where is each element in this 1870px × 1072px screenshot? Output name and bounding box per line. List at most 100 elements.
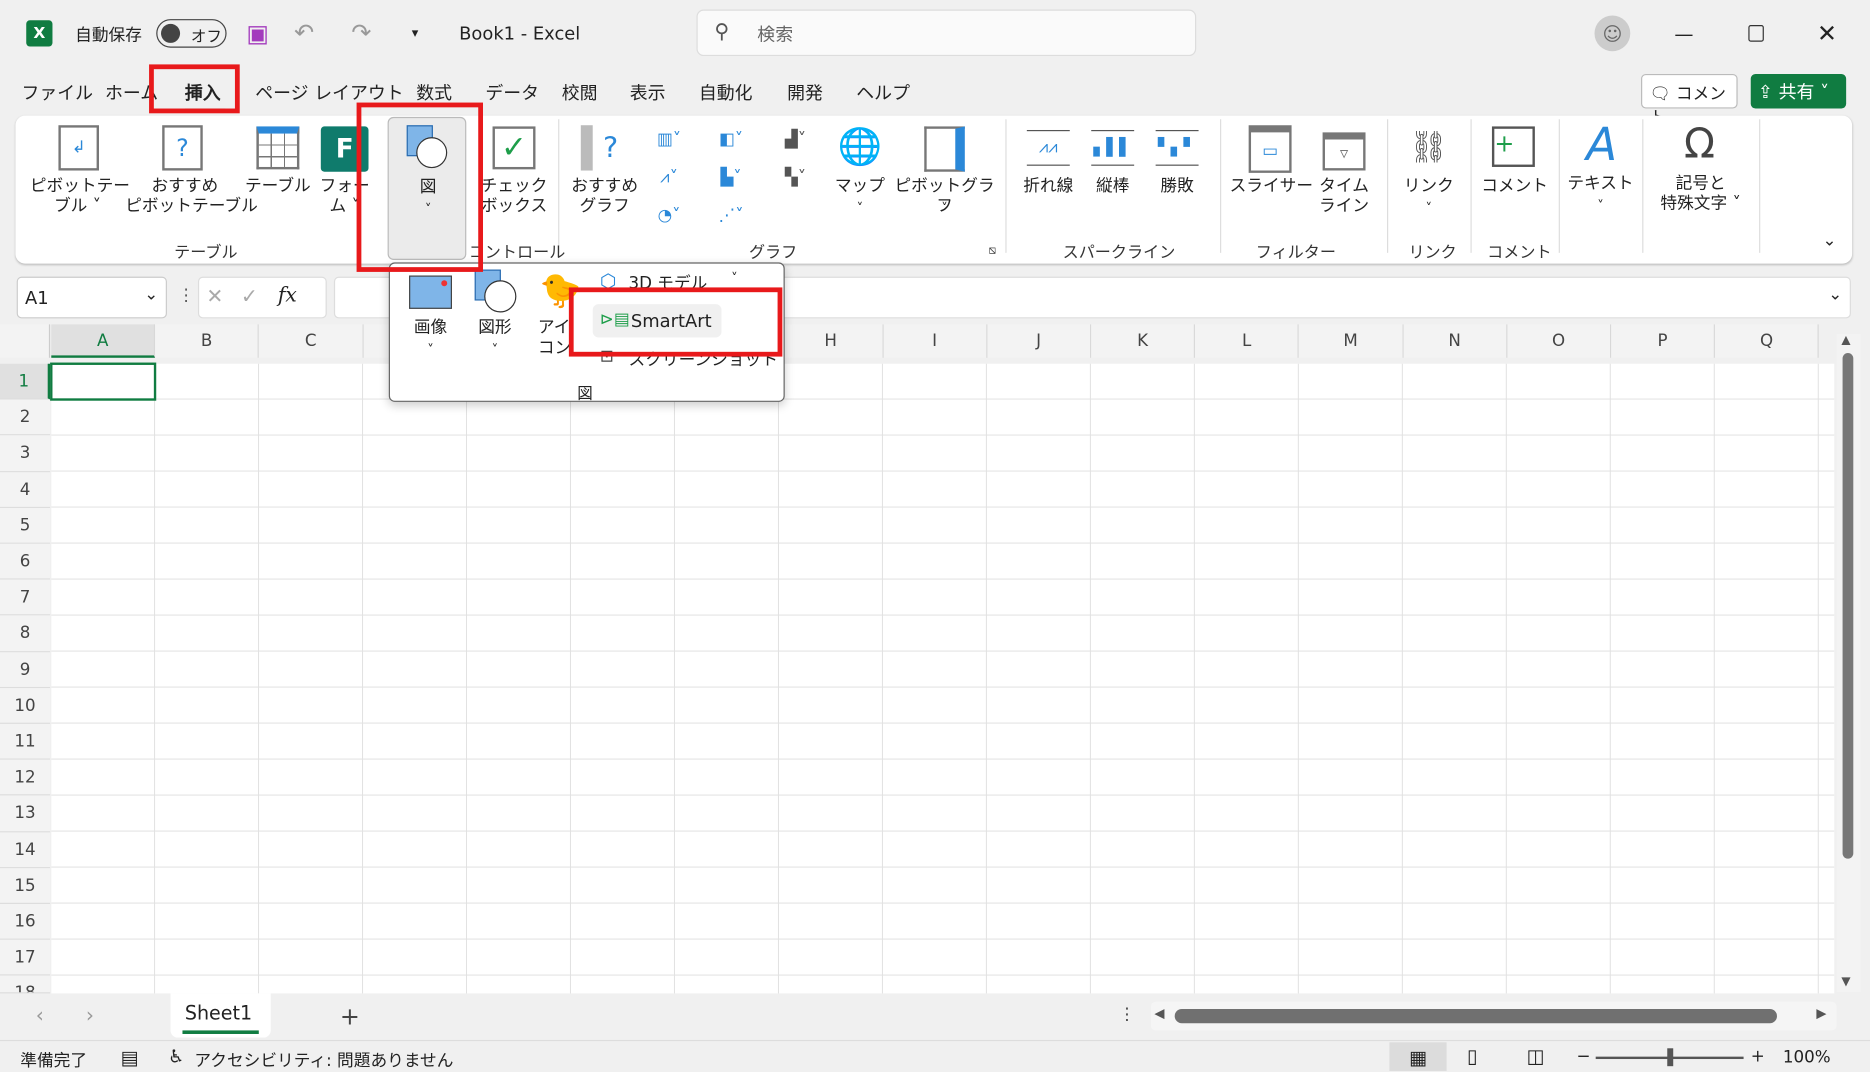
formula-bar-options-icon[interactable]: ⋮ (178, 286, 195, 305)
row-header-9[interactable]: 9 (0, 652, 50, 688)
zoom-out-button[interactable]: − (1577, 1047, 1591, 1066)
column-header-M[interactable]: M (1299, 324, 1403, 357)
close-icon[interactable]: ✕ (1810, 17, 1843, 50)
row-header-13[interactable]: 13 (0, 796, 50, 832)
split-handle-icon[interactable]: ⋮ (1119, 1005, 1136, 1024)
name-box-dropdown-icon[interactable]: ⌄ (144, 285, 158, 304)
row-header-6[interactable]: 6 (0, 544, 50, 580)
row-header-8[interactable]: 8 (0, 616, 50, 652)
column-header-A[interactable]: A (51, 324, 155, 357)
sparkline-winloss-button[interactable]: 勝敗 (1146, 177, 1208, 197)
picture-button[interactable]: 画像 (402, 318, 459, 338)
row-header-17[interactable]: 17 (0, 940, 50, 976)
column-header-H[interactable]: H (779, 324, 883, 357)
select-all-corner[interactable] (0, 324, 50, 357)
normal-view-icon[interactable]: ▦ (1389, 1042, 1446, 1071)
scatter-chart-icon[interactable]: ⋰˅ (710, 202, 753, 231)
waterfall-chart-icon[interactable]: ▟˅ (774, 125, 817, 154)
sheet-tab-sheet1[interactable]: Sheet1 (171, 993, 271, 1037)
search-box[interactable]: ⚲ 検索 (696, 10, 1196, 57)
enter-icon[interactable]: ✓ (241, 285, 258, 309)
link-button[interactable]: リンク (1397, 177, 1461, 197)
column-header-K[interactable]: K (1091, 324, 1195, 357)
column-header-L[interactable]: L (1195, 324, 1299, 357)
column-header-C[interactable]: C (259, 324, 363, 357)
save-icon[interactable]: ▣ (246, 20, 270, 46)
row-header-7[interactable]: 7 (0, 580, 50, 616)
accessibility-status[interactable]: アクセシビリティ: 問題ありません (194, 1048, 453, 1072)
timeline-button[interactable]: タイム ライン (1311, 177, 1378, 218)
new-comment-button[interactable]: コメント (1480, 177, 1549, 197)
page-layout-view-icon[interactable]: ▯ (1467, 1045, 1478, 1068)
minimize-icon[interactable]: — (1667, 17, 1700, 50)
row-header-2[interactable]: 2 (0, 400, 50, 436)
tab-data[interactable]: データ (485, 80, 539, 105)
tab-view[interactable]: 表示 (630, 80, 666, 105)
column-header-Q[interactable]: Q (1715, 324, 1819, 357)
recommended-pivot-button[interactable]: おすすめ ピボットテーブル (125, 177, 244, 218)
macro-record-icon[interactable]: ▤ (120, 1046, 138, 1069)
table-button[interactable]: テーブル (242, 177, 314, 197)
maps-button[interactable]: マップ (826, 177, 893, 197)
collapse-ribbon-icon[interactable]: ⌄ (1819, 230, 1840, 251)
symbols-button[interactable]: 記号と 特殊文字 ˅ (1647, 174, 1754, 215)
expand-formula-bar-icon[interactable]: ⌄ (1828, 285, 1842, 304)
horizontal-scroll-thumb[interactable] (1175, 1009, 1777, 1023)
shapes-button[interactable]: 図形 (466, 318, 523, 338)
row-header-10[interactable]: 10 (0, 688, 50, 724)
row-header-11[interactable]: 11 (0, 724, 50, 760)
redo-icon[interactable]: ↷ (343, 18, 379, 47)
vertical-scrollbar[interactable]: ▲ ▼ (1837, 334, 1861, 992)
column-header-O[interactable]: O (1507, 324, 1611, 357)
text-button[interactable]: テキスト (1563, 174, 1637, 194)
zoom-in-button[interactable]: + (1751, 1047, 1765, 1066)
zoom-slider-thumb[interactable] (1667, 1048, 1673, 1066)
sparkline-column-button[interactable]: 縦棒 (1082, 177, 1144, 197)
column-chart-icon[interactable]: ▥˅ (648, 125, 691, 154)
row-header-16[interactable]: 16 (0, 904, 50, 940)
pivot-table-button[interactable]: ピボットテー ブル ˅ (30, 177, 125, 218)
row-header-12[interactable]: 12 (0, 760, 50, 796)
column-header-I[interactable]: I (883, 324, 987, 357)
tab-help[interactable]: ヘルプ (856, 80, 910, 105)
column-header-B[interactable]: B (155, 324, 259, 357)
hierarchy-chart-icon[interactable]: ◧˅ (710, 125, 753, 154)
charts-dialog-launcher-icon[interactable]: ⧅ (986, 244, 998, 256)
tab-formulas[interactable]: 数式 (416, 80, 452, 105)
pie-chart-icon[interactable]: ◔˅ (648, 202, 691, 231)
recommended-charts-button[interactable]: おすすめ グラフ (566, 177, 642, 218)
share-button[interactable]: ⇪ 共有 ˅ (1751, 74, 1846, 109)
cell-grid[interactable] (51, 364, 1834, 994)
add-sheet-button[interactable]: + (340, 1002, 360, 1031)
cancel-icon[interactable]: ✕ (206, 285, 223, 309)
row-header-1[interactable]: 1 (0, 364, 50, 400)
combo-chart-icon[interactable]: ▚˅ (774, 163, 817, 192)
column-header-N[interactable]: N (1403, 324, 1507, 357)
row-header-14[interactable]: 14 (0, 832, 50, 868)
undo-icon[interactable]: ↶ (286, 18, 322, 47)
next-sheet-icon[interactable]: › (86, 1004, 94, 1028)
line-chart-icon[interactable]: ⩘˅ (648, 163, 691, 192)
name-box[interactable]: A1 ⌄ (17, 277, 167, 319)
column-header-J[interactable]: J (987, 324, 1091, 357)
checkbox-button[interactable]: チェック ボックス (478, 177, 550, 218)
tab-file[interactable]: ファイル (21, 80, 93, 105)
comments-button[interactable]: 🗨 コメント (1641, 74, 1738, 109)
accessibility-icon[interactable]: ♿ (168, 1046, 184, 1067)
insert-function-icon[interactable]: fx (278, 284, 297, 308)
active-cell-a1[interactable] (50, 363, 156, 401)
zoom-level[interactable]: 100% (1783, 1048, 1831, 1067)
tab-automate[interactable]: 自動化 (699, 80, 753, 105)
sparkline-line-button[interactable]: 折れ線 (1017, 177, 1079, 197)
horizontal-scrollbar[interactable]: ◀ ▶ (1151, 1002, 1837, 1031)
slicer-button[interactable]: スライサー (1230, 177, 1313, 197)
row-header-15[interactable]: 15 (0, 868, 50, 904)
row-header-5[interactable]: 5 (0, 508, 50, 544)
tab-review[interactable]: 校閲 (562, 80, 598, 105)
icons-button[interactable]: アイ コン (538, 318, 571, 359)
autosave-toggle[interactable]: オフ (156, 19, 226, 48)
customize-qat-icon[interactable]: ▾ (405, 20, 424, 44)
maximize-icon[interactable] (1739, 17, 1772, 50)
column-header-P[interactable]: P (1611, 324, 1715, 357)
page-break-view-icon[interactable]: ◫ (1527, 1045, 1545, 1068)
